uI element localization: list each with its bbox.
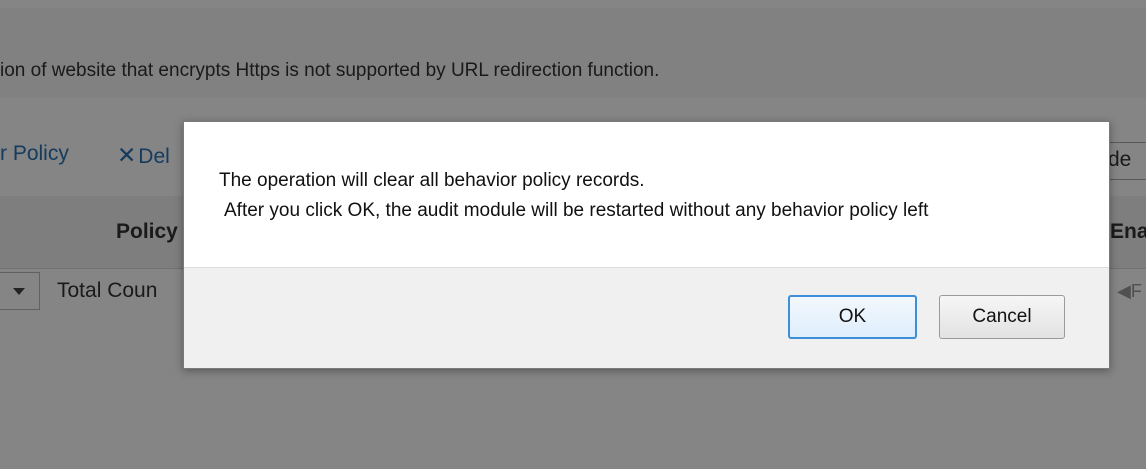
dialog-message-line1: The operation will clear all behavior po… <box>219 170 645 191</box>
confirm-dialog: The operation will clear all behavior po… <box>183 121 1110 369</box>
cancel-button[interactable]: Cancel <box>939 295 1065 339</box>
dialog-footer: OK Cancel <box>184 268 1109 368</box>
dialog-body: The operation will clear all behavior po… <box>184 122 1109 268</box>
ok-button[interactable]: OK <box>788 295 917 339</box>
dialog-message-line2: After you click OK, the audit module wil… <box>224 200 929 221</box>
